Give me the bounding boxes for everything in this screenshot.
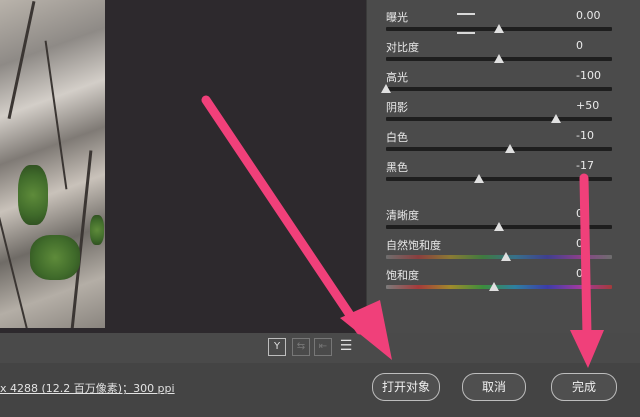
slider-value-highlights[interactable]: -100 xyxy=(576,69,614,82)
slider-label-saturation: 饱和度 xyxy=(386,269,419,282)
file-info-link[interactable]: x 4288 (12.2 百万像素)；300 ppi xyxy=(0,380,175,396)
slider-thumb-blacks[interactable] xyxy=(473,174,484,183)
swap-icon[interactable]: ⇆ xyxy=(292,338,310,356)
slider-label-exposure: 曝光 xyxy=(386,11,408,24)
slider-row-clarity: 清晰度 0 xyxy=(386,207,614,237)
slider-track-blacks[interactable] xyxy=(386,177,612,181)
slider-row-contrast: 对比度 0 xyxy=(386,39,614,69)
slider-track-highlights[interactable] xyxy=(386,87,612,91)
slider-row-exposure: 曝光 0.00 xyxy=(386,9,614,39)
slider-value-exposure[interactable]: 0.00 xyxy=(576,9,614,22)
slider-thumb-whites[interactable] xyxy=(505,144,516,153)
slider-value-blacks[interactable]: -17 xyxy=(576,159,614,172)
slider-row-saturation: 饱和度 0 xyxy=(386,267,614,297)
slider-value-clarity[interactable]: 0 xyxy=(576,207,614,220)
slider-thumb-saturation[interactable] xyxy=(489,282,500,291)
slider-track-vibrance[interactable] xyxy=(386,255,612,259)
done-button[interactable]: 完成 xyxy=(551,373,617,401)
slider-label-vibrance: 自然饱和度 xyxy=(386,239,441,252)
slider-thumb-vibrance[interactable] xyxy=(500,252,511,261)
slider-thumb-exposure[interactable] xyxy=(494,24,504,33)
sliders-settings-icon[interactable]: ☰ xyxy=(338,338,354,354)
slider-thumb-clarity[interactable] xyxy=(494,222,504,231)
slider-row-highlights: 高光 -100 xyxy=(381,69,614,99)
slider-track-shadows[interactable] xyxy=(386,117,612,121)
slider-row-whites: 白色 -10 xyxy=(386,129,614,159)
slider-track-whites[interactable] xyxy=(386,147,612,151)
slider-row-blacks: 黑色 -17 xyxy=(386,159,614,189)
slider-label-clarity: 清晰度 xyxy=(386,209,419,222)
slider-value-contrast[interactable]: 0 xyxy=(576,39,614,52)
panel-top-tabs xyxy=(457,0,517,34)
slider-thumb-shadows[interactable] xyxy=(550,114,561,123)
slider-label-shadows: 阴影 xyxy=(386,101,408,114)
open-object-button[interactable]: 打开对象 xyxy=(372,373,440,401)
y-compare-icon[interactable]: Y xyxy=(268,338,286,356)
slider-label-blacks: 黑色 xyxy=(386,161,408,174)
slider-value-vibrance[interactable]: 0 xyxy=(576,237,614,250)
slider-row-vibrance: 自然饱和度 0 xyxy=(386,237,614,267)
slider-label-whites: 白色 xyxy=(386,131,408,144)
slider-value-shadows[interactable]: +50 xyxy=(576,99,614,112)
slider-row-shadows: 阴影 +50 xyxy=(386,99,614,129)
slider-value-saturation[interactable]: 0 xyxy=(576,267,614,280)
slider-thumb-highlights[interactable] xyxy=(381,84,391,93)
cancel-button[interactable]: 取消 xyxy=(462,373,526,401)
slider-thumb-contrast[interactable] xyxy=(494,54,504,63)
slider-value-whites[interactable]: -10 xyxy=(576,129,614,142)
slider-label-contrast: 对比度 xyxy=(386,41,419,54)
image-preview-canvas[interactable] xyxy=(0,0,366,333)
copy-settings-icon[interactable]: ⇤ xyxy=(314,338,332,356)
slider-label-highlights: 高光 xyxy=(386,71,408,84)
rock-photo-preview xyxy=(0,0,105,328)
